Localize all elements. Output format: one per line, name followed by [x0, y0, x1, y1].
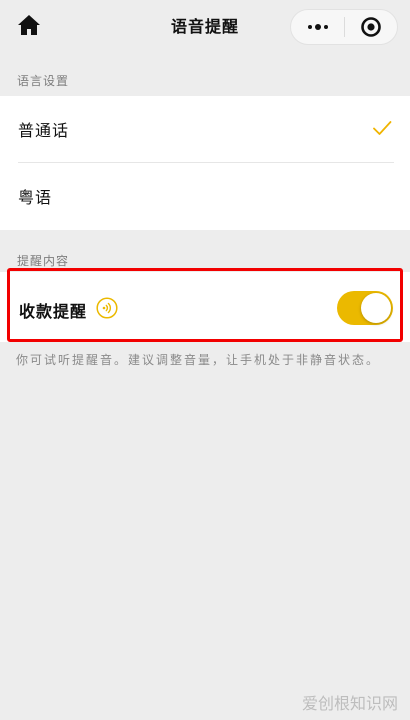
- nav-bar: 语音提醒: [0, 0, 410, 50]
- sound-wave-icon[interactable]: [96, 297, 118, 319]
- check-icon: [373, 121, 392, 135]
- toggle-knob: [361, 293, 391, 323]
- more-dots-icon: [307, 24, 328, 30]
- mini-program-capsule: [290, 9, 398, 45]
- payment-reminder-row: 收款提醒: [0, 272, 410, 342]
- payment-reminder-label: 收款提醒: [19, 302, 88, 321]
- section-label-language: 语言设置: [17, 74, 70, 88]
- section-label-reminder: 提醒内容: [17, 254, 70, 268]
- language-option-mandarin[interactable]: 普通话: [0, 96, 410, 162]
- language-option-cantonese[interactable]: 粤语: [0, 163, 410, 229]
- target-close-icon: [361, 17, 381, 37]
- page: 语音提醒 语言设置 普通话 粤语 提醒内容 收款提醒 你可试听提醒音。建议调整音…: [0, 0, 410, 720]
- language-options: 普通话 粤语: [0, 96, 410, 230]
- reminder-hint-text: 你可试听提醒音。建议调整音量，让手机处于非静音状态。: [16, 353, 381, 367]
- watermark-text: 爱创根知识网: [301, 694, 398, 713]
- close-button[interactable]: [345, 10, 397, 44]
- more-button[interactable]: [291, 10, 344, 44]
- option-label: 普通话: [18, 121, 70, 140]
- option-label: 粤语: [18, 188, 53, 207]
- payment-reminder-toggle[interactable]: [337, 291, 393, 325]
